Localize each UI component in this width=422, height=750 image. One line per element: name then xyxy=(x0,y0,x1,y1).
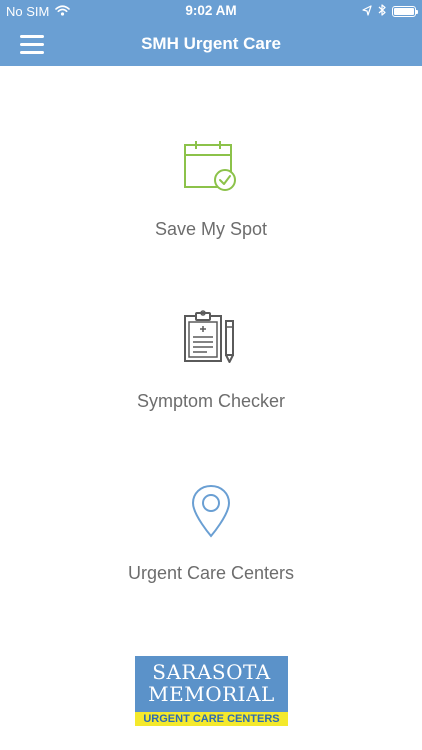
logo-tagline: URGENT CARE CENTERS xyxy=(135,712,288,726)
logo-line-sarasota: SARASOTA xyxy=(152,660,271,684)
clipboard-icon xyxy=(0,310,422,369)
sarasota-memorial-logo: SARASOTA MEMORIAL URGENT CARE CENTERS xyxy=(135,656,288,726)
nav-title: SMH Urgent Care xyxy=(141,34,281,53)
status-bar: No SIM 9:02 AM xyxy=(0,0,422,22)
battery-icon xyxy=(392,6,418,17)
status-time: 9:02 AM xyxy=(185,3,237,18)
nav-bar: SMH Urgent Care xyxy=(0,22,422,66)
logo-line-memorial: MEMORIAL xyxy=(148,682,275,706)
save-my-spot-label: Save My Spot xyxy=(154,219,268,239)
logo-blue-block: SARASOTA MEMORIAL xyxy=(135,656,288,712)
map-pin-icon xyxy=(0,484,422,543)
bluetooth-icon xyxy=(378,4,386,19)
calendar-check-icon xyxy=(0,140,422,197)
status-right xyxy=(362,4,418,19)
urgent-care-centers-button[interactable]: Urgent Care Centers xyxy=(0,484,422,584)
save-my-spot-button[interactable]: Save My Spot xyxy=(0,140,422,240)
location-arrow-icon xyxy=(362,4,372,19)
symptom-checker-label: Symptom Checker xyxy=(136,391,286,411)
urgent-care-centers-label: Urgent Care Centers xyxy=(127,563,295,583)
symptom-checker-button[interactable]: Symptom Checker xyxy=(0,310,422,412)
